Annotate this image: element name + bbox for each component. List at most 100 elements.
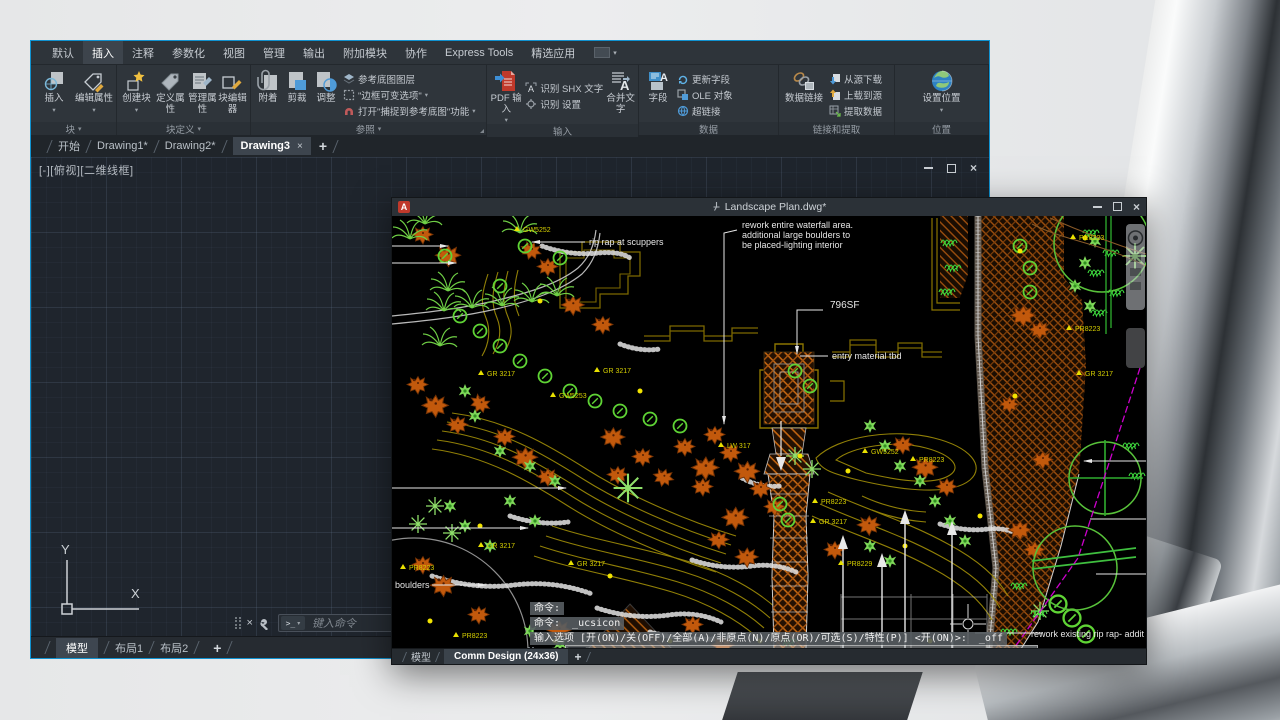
define-attribute-button[interactable]: 定义属性 [154, 67, 187, 122]
snap-to-underlay-button[interactable]: 打开"捕捉到参考底图"功能 ▾ [343, 104, 476, 118]
pin-icon [712, 202, 721, 211]
close-icon[interactable]: × [970, 163, 977, 173]
ucs-icon: Y X [53, 544, 163, 622]
restore-icon[interactable] [1113, 202, 1122, 211]
close-icon[interactable]: × [539, 646, 545, 648]
drag-handle[interactable] [528, 647, 534, 648]
chevron-down-icon: ▾ [92, 106, 95, 114]
navigation-bar[interactable] [1126, 224, 1145, 368]
insert-block-button[interactable]: 插入 ▾ [34, 67, 74, 122]
landscape-drawing-canvas[interactable]: rip rap at scuppers rework entire waterf… [392, 216, 1146, 648]
drag-handle[interactable] [235, 617, 241, 630]
field-button[interactable]: A 字段 [642, 67, 674, 122]
group-label-location[interactable]: 位置 [895, 122, 988, 135]
menu-tab-parametric[interactable]: 参数化 [163, 41, 214, 64]
adjust-button[interactable]: 调整 [312, 67, 340, 122]
layout-tab-model[interactable]: 模型 [411, 649, 431, 664]
attach-button[interactable]: 附着 [254, 67, 282, 122]
menu-tab-insert[interactable]: 插入 [83, 41, 123, 64]
file-tab-drawing2[interactable]: Drawing2* [165, 140, 216, 152]
new-layout-button[interactable]: + [574, 650, 581, 664]
chevron-down-icon: ▾ [472, 107, 475, 115]
svg-text:GR 3217: GR 3217 [603, 368, 631, 375]
menu-tab-addins[interactable]: 附加模块 [334, 41, 396, 64]
frames-option-button[interactable]: "边框可变选项" ▾ [343, 88, 476, 102]
edit-attribute-icon [82, 69, 106, 93]
menu-tab-express-tools[interactable]: Express Tools [436, 41, 522, 64]
annotation-boulders: boulders [395, 580, 430, 590]
download-from-source-icon [829, 73, 841, 85]
new-drawing-button[interactable]: + [319, 138, 327, 154]
download-from-source-button[interactable]: 从源下载 [829, 72, 882, 86]
layout-tab-layout1[interactable]: 布局1 [115, 640, 143, 656]
close-icon[interactable]: × [247, 617, 253, 629]
group-label-block-definition[interactable]: 块定义 ▾ [117, 122, 250, 135]
command-prompt-icon[interactable]: >_ ▾ [281, 616, 305, 630]
chevron-down-icon: ▾ [613, 49, 617, 57]
svg-text:GW5252: GW5252 [523, 227, 551, 234]
underlay-layers-button[interactable]: 参考底图图层 [343, 72, 476, 86]
new-layout-button[interactable]: + [213, 640, 221, 656]
update-fields-button[interactable]: 更新字段 [677, 72, 733, 86]
menu-tab-featured-apps[interactable]: 精选应用 [522, 41, 584, 64]
svg-text:A: A [660, 72, 668, 84]
upload-to-source-button[interactable]: 上载到源 [829, 88, 882, 102]
data-link-button[interactable]: 数据链接 [782, 67, 826, 122]
hyperlink-button[interactable]: 超链接 [677, 104, 733, 118]
minimize-icon[interactable] [924, 167, 933, 169]
block-editor-button[interactable]: 块编辑器 [218, 67, 247, 122]
file-tab-start[interactable]: 开始 [58, 138, 80, 154]
attach-icon [256, 69, 280, 93]
menu-tab-manage[interactable]: 管理 [254, 41, 294, 64]
wrench-icon[interactable] [549, 646, 560, 648]
menu-tab-default[interactable]: 默认 [43, 41, 83, 64]
viewport-controls[interactable]: [-][俯视][二维线框] [39, 162, 134, 178]
create-block-button[interactable]: 创建块 ▾ [120, 67, 153, 122]
menu-tab-annotate[interactable]: 注释 [123, 41, 163, 64]
svg-text:PR8223: PR8223 [1075, 326, 1100, 333]
window-controls: × [1093, 202, 1140, 212]
landscape-window-titlebar[interactable]: A Landscape Plan.dwg* × [392, 198, 1146, 216]
restore-icon[interactable] [947, 164, 956, 173]
layout-tab-model[interactable]: 模型 [56, 638, 98, 658]
combine-text-button[interactable]: A 合并文字 [606, 67, 635, 124]
command-prompt-icon[interactable]: >_ [568, 647, 586, 648]
minimize-icon[interactable] [1093, 206, 1102, 208]
command-input[interactable]: >_ ▲ [565, 645, 1038, 648]
manage-attributes-button[interactable]: 管理属性 [188, 67, 217, 122]
group-label-link-extract[interactable]: 链接和提取 [779, 122, 894, 135]
set-location-button[interactable]: 设置位置 ▾ [916, 67, 968, 122]
clip-icon [285, 69, 309, 93]
close-icon[interactable]: × [1133, 202, 1140, 212]
extract-data-button[interactable]: 提取数据 [829, 104, 882, 118]
annotation-waterfall-2: additional large boulders to [742, 230, 850, 240]
file-tab-bar: 开始 Drawing1* Drawing2* Drawing3 × + [31, 135, 989, 157]
file-tab-drawing3[interactable]: Drawing3 × [233, 137, 311, 155]
menu-tab-collaborate[interactable]: 协作 [396, 41, 436, 64]
group-label-reference[interactable]: 参照 ▾ [251, 122, 486, 135]
svg-text:GR 3217: GR 3217 [577, 561, 605, 568]
pdf-import-button[interactable]: PDF 输入 ▾ [490, 67, 522, 124]
group-label-import[interactable]: 输入 [487, 124, 638, 137]
annotation-rip-rap: rip rap at scuppers [589, 237, 664, 247]
ribbon-display-toggle[interactable]: ▾ [594, 41, 617, 64]
clip-button[interactable]: 剪裁 [283, 67, 311, 122]
svg-text:GW5252: GW5252 [871, 449, 899, 456]
command-history-line: 命令: _ucsicon [530, 617, 624, 630]
menu-tab-view[interactable]: 视图 [214, 41, 254, 64]
wrench-icon[interactable] [259, 617, 272, 630]
edit-attribute-button[interactable]: 编辑属性 ▾ [75, 67, 113, 122]
chevron-down-icon: ▾ [78, 125, 82, 133]
layout-tab-comm-design[interactable]: Comm Design (24x36) [444, 649, 568, 664]
recognize-shx-text-button[interactable]: A 识别 SHX 文字 [525, 81, 603, 95]
dialog-launcher-icon[interactable] [480, 129, 484, 133]
menu-tab-output[interactable]: 输出 [294, 41, 334, 64]
group-label-data[interactable]: 数据 [639, 122, 778, 135]
group-label-block[interactable]: 块 ▾ [31, 122, 116, 135]
close-icon[interactable]: × [297, 141, 303, 152]
file-tab-drawing1[interactable]: Drawing1* [97, 140, 148, 152]
recognition-settings-button[interactable]: 识别 设置 [525, 97, 603, 111]
ole-object-button[interactable]: OLE 对象 [677, 88, 733, 102]
layout-tab-layout2[interactable]: 布局2 [160, 640, 188, 656]
create-block-icon [124, 69, 148, 93]
